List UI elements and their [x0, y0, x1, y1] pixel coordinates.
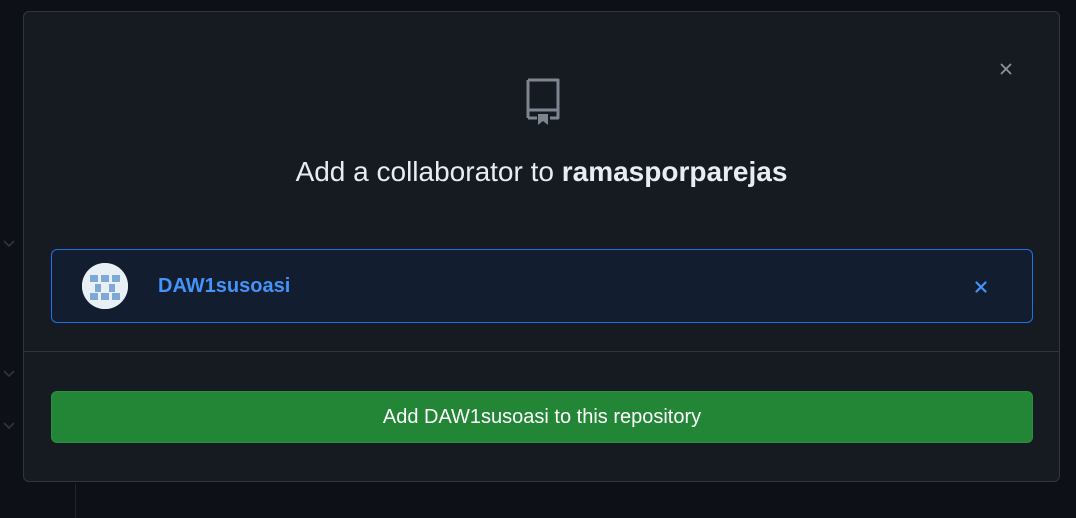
- selected-collaborator: DAW1susoasi: [51, 249, 1033, 323]
- avatar: [82, 263, 128, 309]
- page: Add a collaborator to ramasporparejas DA…: [0, 0, 1076, 518]
- close-icon: [975, 281, 987, 293]
- add-collaborator-button[interactable]: Add DAW1susoasi to this repository: [51, 391, 1033, 443]
- repository-name: ramasporparejas: [561, 156, 788, 187]
- close-dialog-button[interactable]: [995, 58, 1017, 80]
- chevron-down-icon: [3, 370, 15, 378]
- title-prefix: Add a collaborator to: [295, 156, 562, 187]
- close-icon: [1000, 63, 1012, 75]
- collaborator-username[interactable]: DAW1susoasi: [158, 274, 290, 298]
- add-collaborator-dialog: Add a collaborator to ramasporparejas DA…: [23, 11, 1060, 482]
- repo-icon: [526, 78, 560, 125]
- dialog-title: Add a collaborator to ramasporparejas: [24, 154, 1059, 190]
- remove-collaborator-button[interactable]: [970, 276, 992, 298]
- identicon-avatar: [82, 263, 128, 309]
- chevron-down-icon: [3, 240, 15, 248]
- chevron-down-icon: [3, 422, 15, 430]
- dialog-separator: [24, 351, 1059, 352]
- background-divider: [75, 484, 76, 518]
